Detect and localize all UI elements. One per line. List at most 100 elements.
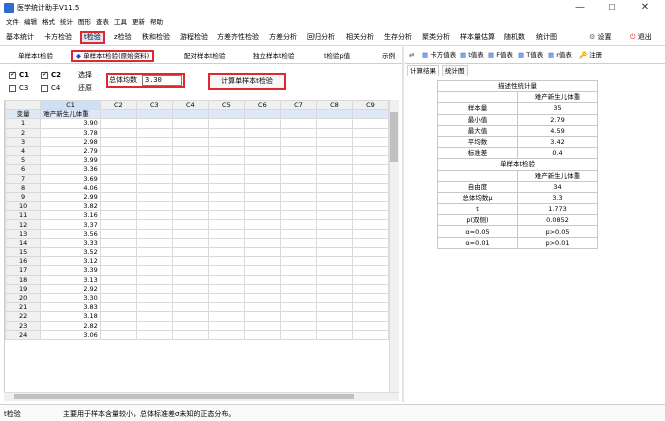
grid-cell[interactable] [171, 311, 209, 322]
grid-cell[interactable] [243, 320, 281, 331]
grid-cell[interactable] [135, 109, 173, 120]
tool-chart[interactable]: 统计图 [535, 31, 558, 44]
tool-correlation[interactable]: 相关分析 [345, 31, 375, 44]
panel-splitter[interactable] [402, 47, 404, 402]
grid-cell[interactable]: 3.33 [40, 237, 101, 249]
grid-cell[interactable] [207, 173, 245, 184]
grid-cell[interactable] [135, 246, 173, 258]
grid-cell[interactable] [135, 145, 173, 157]
grid-cell[interactable] [99, 182, 137, 193]
grid-cell[interactable] [351, 311, 389, 322]
grid-cell[interactable] [135, 173, 173, 184]
grid-cell[interactable] [99, 219, 137, 230]
grid-cell[interactable] [207, 274, 245, 285]
column-header[interactable]: C5 [207, 100, 245, 111]
grid-cell[interactable] [99, 329, 137, 340]
grid-cell[interactable] [243, 265, 281, 276]
grid-cell[interactable] [243, 164, 281, 175]
grid-cell[interactable] [135, 219, 173, 230]
grid-cell[interactable] [279, 283, 317, 294]
grid-cell[interactable] [243, 237, 281, 249]
grid-cell[interactable] [207, 118, 245, 129]
grid-cell[interactable] [351, 219, 389, 230]
grid-cell[interactable] [351, 274, 389, 285]
checkbox-c2[interactable] [41, 70, 48, 79]
grid-cell[interactable] [171, 201, 209, 212]
grid-cell[interactable] [315, 265, 353, 276]
grid-cell[interactable] [351, 265, 389, 276]
corner-cell[interactable] [5, 100, 42, 111]
row-header[interactable]: 15 [5, 246, 42, 258]
grid-cell[interactable] [135, 127, 173, 138]
grid-cell[interactable] [279, 210, 317, 221]
menu-graphics[interactable]: 图形 [78, 16, 96, 29]
grid-cell[interactable]: 3.69 [40, 173, 101, 184]
grid-cell[interactable]: 2.98 [40, 136, 101, 147]
grid-cell[interactable] [207, 145, 245, 157]
grid-cell[interactable] [207, 256, 245, 267]
grid-cell[interactable]: 3.78 [40, 127, 101, 138]
grid-cell[interactable] [135, 118, 173, 129]
grid-cell[interactable] [135, 155, 173, 166]
grid-cell[interactable] [315, 109, 353, 120]
grid-cell[interactable]: 3.82 [40, 201, 101, 212]
grid-cell[interactable] [243, 136, 281, 147]
grid-cell[interactable] [99, 127, 137, 138]
grid-cell[interactable] [171, 136, 209, 147]
chi-table-button[interactable]: ▦ 卡方值表 [422, 50, 456, 61]
close-button[interactable]: ✕ [630, 1, 660, 15]
menu-update[interactable]: 更新 [132, 16, 150, 29]
grid-cell[interactable] [207, 329, 245, 340]
row-header[interactable]: 12 [5, 219, 42, 230]
grid-cell[interactable]: 3.52 [40, 246, 101, 258]
grid-cell[interactable] [99, 109, 137, 120]
grid-cell[interactable] [351, 136, 389, 147]
grid-cell[interactable] [99, 320, 137, 331]
grid-cell[interactable]: 3.90 [40, 118, 101, 129]
grid-cell[interactable] [99, 311, 137, 322]
row-header[interactable]: 24 [5, 329, 42, 340]
grid-cell[interactable]: 3.36 [40, 164, 101, 175]
row-header[interactable]: 21 [5, 302, 42, 313]
grid-cell[interactable] [171, 320, 209, 331]
column-header[interactable]: C6 [243, 100, 281, 111]
grid-cell[interactable] [207, 228, 245, 239]
grid-cell[interactable] [351, 109, 389, 120]
grid-cell[interactable] [243, 302, 281, 313]
grid-cell[interactable] [279, 320, 317, 331]
grid-cell[interactable] [243, 210, 281, 221]
grid-cell[interactable] [315, 237, 353, 249]
grid-cell[interactable] [171, 237, 209, 249]
grid-cell[interactable] [351, 228, 389, 239]
row-header[interactable]: 变量 [5, 109, 42, 120]
grid-cell[interactable] [207, 302, 245, 313]
row-header[interactable]: 9 [5, 191, 42, 203]
tool-sample-size[interactable]: 样本量估算 [459, 31, 496, 44]
grid-cell[interactable] [171, 164, 209, 175]
grid-cell[interactable] [243, 118, 281, 129]
data-grid[interactable]: C1 C2 C3 C4 C5 C6 C7 C8 C9 变量 难产新生儿体重 13… [4, 100, 389, 392]
grid-cell[interactable] [351, 292, 389, 304]
checkbox-c1[interactable] [9, 70, 16, 79]
grid-cell[interactable] [207, 265, 245, 276]
grid-cell[interactable]: 3.18 [40, 311, 101, 322]
tool-chi-square[interactable]: 卡方检验 [43, 31, 73, 44]
grid-cell[interactable] [99, 246, 137, 258]
minimize-button[interactable]: — [565, 1, 595, 15]
grid-cell[interactable]: 3.13 [40, 274, 101, 285]
grid-cell[interactable] [279, 191, 317, 203]
grid-cell[interactable] [135, 191, 173, 203]
grid-cell[interactable] [207, 109, 245, 120]
grid-cell[interactable] [171, 329, 209, 340]
grid-cell[interactable] [135, 256, 173, 267]
grid-cell[interactable] [315, 182, 353, 193]
grid-cell[interactable] [99, 191, 137, 203]
grid-cell[interactable]: 3.37 [40, 219, 101, 230]
settings-button[interactable]: ⚙ 设置 [589, 32, 612, 43]
menu-file[interactable]: 文件 [6, 16, 24, 29]
tab-stat-chart[interactable]: 统计图 [442, 65, 468, 76]
row-header[interactable]: 22 [5, 311, 42, 322]
column-header[interactable]: C7 [279, 100, 317, 111]
grid-cell[interactable] [135, 237, 173, 249]
grid-cell[interactable] [279, 302, 317, 313]
